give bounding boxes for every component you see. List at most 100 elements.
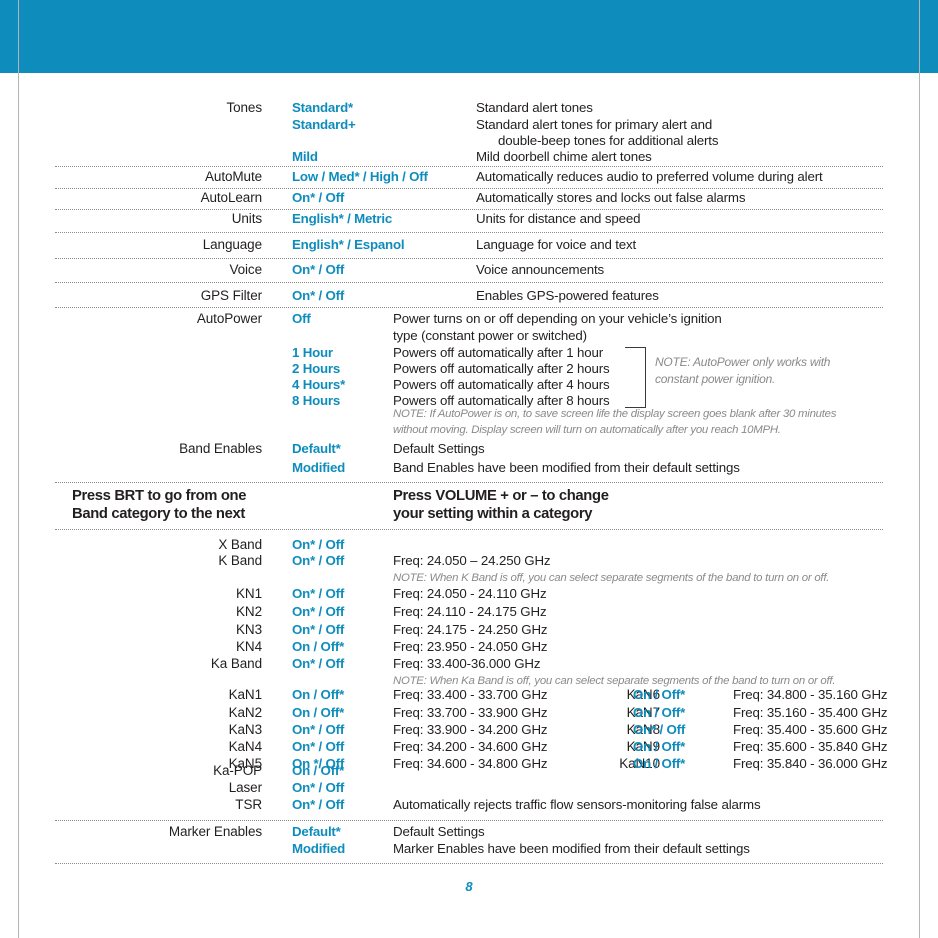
row-desc-autolearn: Automatically stores and locks out false… [476, 190, 746, 205]
left-margin-rule [18, 0, 19, 938]
row-option-tones-mild: Mild [292, 149, 318, 164]
row-freq-kan8: Freq: 35.400 - 35.600 GHz [733, 722, 888, 737]
row-separator [55, 258, 883, 260]
row-option-kn1: On* / Off [292, 586, 345, 601]
row-label-autolearn: AutoLearn [200, 190, 263, 205]
row-option-tones-standard-plus: Standard+ [292, 117, 356, 132]
row-desc-voice: Voice announcements [476, 262, 604, 277]
row-desc-units: Units for distance and speed [476, 211, 641, 226]
row-desc-autopower-2h: Powers off automatically after 2 hours [393, 361, 610, 376]
row-option-k-band: On* / Off [292, 553, 345, 568]
row-desc-autopower-4h: Powers off automatically after 4 hours [393, 377, 610, 392]
row-freq-kn2: Freq: 24.110 - 24.175 GHz [393, 604, 547, 619]
row-option-automute: Low / Med* / High / Off [292, 169, 428, 184]
row-label-kan2: KaN2 [228, 705, 262, 720]
row-label-laser: Laser [228, 780, 262, 795]
row-option-kan4: On* / Off [292, 739, 345, 754]
row-desc-tones-2: Standard alert tones for primary alert a… [476, 117, 713, 132]
autopower-bracket-note-line2: constant power ignition. [655, 372, 776, 386]
row-desc-gps-filter: Enables GPS-powered features [476, 288, 659, 303]
row-option-kn4: On / Off* [292, 639, 345, 654]
row-option-autopower-off: Off [292, 311, 311, 326]
row-separator [55, 282, 883, 284]
row-label-marker-enables: Marker Enables [168, 824, 262, 839]
row-option-autolearn: On* / Off [292, 190, 345, 205]
right-margin-rule [919, 0, 920, 938]
row-option-autopower-8h: 8 Hours [292, 393, 341, 408]
row-option-kn3: On* / Off [292, 622, 345, 637]
row-label-tones: Tones [226, 100, 262, 115]
autopower-note-line2: without moving. Display screen will turn… [393, 424, 781, 436]
row-option-units: English* / Metric [292, 211, 393, 226]
row-freq-k-band: Freq: 24.050 – 24.250 GHz [393, 553, 551, 568]
row-separator [55, 166, 883, 168]
row-option-voice: On* / Off [292, 262, 345, 277]
row-option-gps-filter: On* / Off [292, 288, 345, 303]
row-option-kan2: On / Off* [292, 705, 345, 720]
row-option-tsr: On* / Off [292, 797, 345, 812]
row-freq-ka-band: Freq: 33.400-36.000 GHz [393, 656, 541, 671]
page-header-banner [0, 0, 938, 73]
row-option-marker-enables-default: Default* [292, 824, 341, 839]
row-freq-kan10: Freq: 35.840 - 36.000 GHz [733, 756, 888, 771]
row-option-kan3: On* / Off [292, 722, 345, 737]
row-option-ka-pop: On / Off* [292, 763, 345, 778]
row-label-tsr: TSR [235, 797, 262, 812]
row-option-kan6: On / Off* [633, 687, 686, 702]
row-freq-kn1: Freq: 24.050 - 24.110 GHz [393, 586, 547, 601]
row-option-language: English* / Espanol [292, 237, 405, 252]
row-separator [55, 307, 883, 309]
row-option-kn2: On* / Off [292, 604, 345, 619]
row-desc-tsr: Automatically rejects traffic flow senso… [393, 797, 761, 812]
row-label-gps-filter: GPS Filter [200, 288, 262, 303]
row-separator [55, 863, 883, 865]
row-desc-autopower-8h: Powers off automatically after 8 hours [393, 393, 610, 408]
row-label-kan3: KaN3 [228, 722, 262, 737]
row-option-band-enables-modified: Modified [292, 460, 346, 475]
row-label-band-enables: Band Enables [179, 441, 262, 456]
row-desc-tones-4: Mild doorbell chime alert tones [476, 149, 652, 164]
row-desc-marker-enables-modified: Marker Enables have been modified from t… [393, 841, 750, 856]
row-label-kn2: KN2 [236, 604, 262, 619]
row-option-kan8: On* / Off [633, 722, 686, 737]
row-option-autopower-1h: 1 Hour [292, 345, 333, 360]
row-label-kn3: KN3 [236, 622, 262, 637]
row-freq-kan7: Freq: 35.160 - 35.400 GHz [733, 705, 888, 720]
row-desc-tones-1: Standard alert tones [476, 100, 593, 115]
instruction-right-line1: Press VOLUME + or – to change [393, 488, 609, 504]
row-option-marker-enables-modified: Modified [292, 841, 346, 856]
row-freq-kan9: Freq: 35.600 - 35.840 GHz [733, 739, 888, 754]
row-separator [55, 820, 883, 822]
row-separator [55, 232, 883, 234]
row-label-autopower: AutoPower [196, 311, 262, 326]
row-option-autopower-2h: 2 Hours [292, 361, 341, 376]
row-desc-band-enables-default: Default Settings [393, 441, 485, 456]
row-freq-kan5: Freq: 34.600 - 34.800 GHz [393, 756, 548, 771]
row-separator [55, 529, 883, 531]
row-freq-kan4: Freq: 34.200 - 34.600 GHz [393, 739, 548, 754]
row-label-ka-band: Ka Band [210, 656, 262, 671]
autopower-bracket-note-line1: NOTE: AutoPower only works with [655, 355, 831, 369]
row-desc-autopower-2: type (constant power or switched) [393, 328, 587, 343]
row-label-language: Language [202, 237, 262, 252]
autopower-note-line1: NOTE: If AutoPower is on, to save screen… [393, 408, 837, 420]
bracket-marker [625, 347, 646, 408]
row-freq-kn3: Freq: 24.175 - 24.250 GHz [393, 622, 548, 637]
row-option-kan10: On / Off* [633, 756, 686, 771]
row-option-tones-standard: Standard* [292, 100, 354, 115]
row-label-x-band: X Band [218, 537, 262, 552]
row-freq-kan2: Freq: 33.700 - 33.900 GHz [393, 705, 548, 720]
k-band-note: NOTE: When K Band is off, you can select… [393, 572, 830, 584]
instruction-right-line2: your setting within a category [393, 506, 593, 522]
manual-page: Tones Standard* Standard alert tones Sta… [0, 0, 938, 938]
row-option-kan9: On / Off* [633, 739, 686, 754]
row-separator [55, 482, 883, 484]
row-label-k-band: K Band [218, 553, 262, 568]
row-label-kn4: KN4 [236, 639, 262, 654]
row-label-kan4: KaN4 [228, 739, 262, 754]
row-option-kan7: On / Off* [633, 705, 686, 720]
row-label-voice: Voice [229, 262, 262, 277]
row-freq-kn4: Freq: 23.950 - 24.050 GHz [393, 639, 548, 654]
row-label-ka-pop: Ka-POP [213, 763, 262, 778]
instruction-left-line2: Band category to the next [72, 506, 245, 522]
